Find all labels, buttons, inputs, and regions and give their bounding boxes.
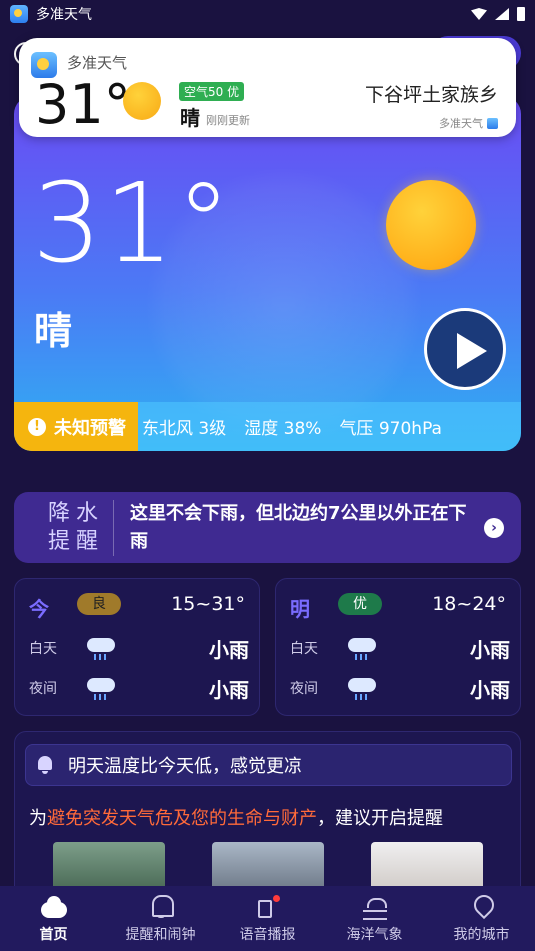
tab-reminders[interactable]: 提醒和闹钟	[107, 886, 214, 951]
voice-play-button[interactable]	[424, 308, 506, 390]
period-label: 白天	[29, 641, 57, 657]
notification-aqi-badge: 空气50 优	[179, 82, 245, 101]
precipitation-tag: 降水 提醒	[14, 499, 114, 556]
temperature-range: 15~31°	[171, 593, 245, 615]
notification-app-name: 多准天气	[67, 54, 128, 72]
forecast-day-row: 白天 小雨	[290, 631, 510, 665]
light-rain-icon	[346, 634, 378, 662]
tab-voice[interactable]: 语音播报	[214, 886, 321, 951]
forecast-card-today[interactable]: 今 良 15~31° 白天 小雨 夜间 小雨	[14, 578, 260, 716]
sun-icon	[123, 82, 161, 120]
tab-label: 我的城市	[453, 926, 510, 943]
forecast-day: 今	[29, 597, 49, 621]
weather-detail-strip: ! 未知预警 东北风 3级 湿度 38% 气压 970hPa	[14, 402, 521, 451]
period-weather: 小雨	[470, 637, 510, 662]
status-bar: 多准天气	[0, 0, 535, 28]
source-app-icon	[487, 117, 498, 129]
tab-label: 提醒和闹钟	[125, 926, 196, 943]
notification-source-label: 多准天气	[439, 117, 483, 130]
notification-condition: 晴	[180, 106, 200, 130]
forecast-card-tomorrow[interactable]: 明 优 18~24° 白天 小雨 夜间 小雨	[275, 578, 521, 716]
chevron-right-icon[interactable]: ›	[484, 517, 504, 538]
sun-icon	[386, 180, 476, 270]
reminder-message: 为避免突发天气危及您的生命与财产，建议开启提醒	[29, 804, 443, 830]
location-pin-icon	[468, 894, 496, 920]
light-rain-icon	[85, 674, 117, 702]
reminder-headline-bar[interactable]: 明天温度比今天低，感觉更凉	[25, 744, 512, 786]
precipitation-alert[interactable]: 降水 提醒 这里不会下雨，但北边约7公里以外正在下雨 ›	[14, 492, 521, 563]
current-condition: 晴	[34, 309, 73, 353]
reminder-message-prefix: 为	[29, 808, 47, 829]
forecast-day: 明	[290, 597, 310, 621]
aqi-badge: 优	[338, 593, 382, 615]
tab-marine[interactable]: 海洋气象	[321, 886, 428, 951]
reminder-headline: 明天温度比今天低，感觉更凉	[68, 756, 302, 777]
alert-badge[interactable]: ! 未知预警	[14, 402, 138, 451]
reminder-message-highlight: 避免突发天气危及您的生命与财产	[47, 808, 317, 829]
cloud-icon	[40, 894, 68, 920]
current-weather-card: 31° 晴 ! 未知预警 东北风 3级 湿度 38% 气压 970hPa	[14, 96, 521, 451]
aqi-badge: 良	[77, 593, 121, 615]
speaker-icon	[254, 894, 282, 920]
pressure-value: 气压 970hPa	[339, 419, 442, 439]
notification-updated: 刚刚更新	[206, 114, 250, 127]
signal-icon	[495, 8, 509, 20]
status-icons	[471, 7, 525, 21]
forecast-day-row: 白天 小雨	[29, 631, 249, 665]
period-weather: 小雨	[209, 677, 249, 702]
warning-icon: !	[28, 417, 46, 436]
light-rain-icon	[346, 674, 378, 702]
precipitation-tag-line2: 提醒	[48, 528, 105, 554]
notification-temperature: 31°	[35, 73, 131, 136]
app-icon	[10, 5, 28, 23]
current-temperature: 31°	[32, 159, 233, 287]
temperature-range: 18~24°	[432, 593, 506, 615]
light-rain-icon	[85, 634, 117, 662]
period-label: 夜间	[290, 681, 318, 697]
status-app-name: 多准天气	[36, 7, 92, 23]
period-label: 夜间	[29, 681, 57, 697]
bottom-tab-bar: 首页 提醒和闹钟 语音播报 海洋气象 我的城市	[0, 886, 535, 951]
tab-label: 首页	[39, 926, 68, 943]
period-label: 白天	[290, 641, 318, 657]
notification-location: 下谷坪土家族乡	[364, 84, 498, 106]
forecast-night-row: 夜间 小雨	[290, 671, 510, 705]
weather-notification[interactable]: 多准天气 31° 空气50 优 晴 刚刚更新 下谷坪土家族乡 多准天气	[19, 38, 516, 137]
battery-icon	[517, 7, 525, 21]
bell-icon	[36, 756, 54, 774]
forecast-night-row: 夜间 小雨	[29, 671, 249, 705]
tab-label: 海洋气象	[346, 926, 403, 943]
precipitation-message: 这里不会下雨，但北边约7公里以外正在下雨	[130, 502, 467, 552]
notification-source: 多准天气	[439, 115, 498, 131]
tab-label: 语音播报	[239, 926, 296, 943]
humidity-value: 湿度 38%	[244, 419, 322, 439]
period-weather: 小雨	[470, 677, 510, 702]
sea-icon	[361, 894, 389, 920]
tab-home[interactable]: 首页	[0, 886, 107, 951]
period-weather: 小雨	[209, 637, 249, 662]
precipitation-tag-line1: 降水	[48, 500, 105, 526]
reminder-message-suffix: ，建议开启提醒	[317, 808, 443, 829]
wifi-icon	[471, 8, 487, 20]
tab-my-cities[interactable]: 我的城市	[428, 886, 535, 951]
wind-value: 东北风 3级	[142, 419, 227, 439]
bell-icon	[147, 894, 175, 920]
alert-label: 未知预警	[54, 417, 126, 439]
